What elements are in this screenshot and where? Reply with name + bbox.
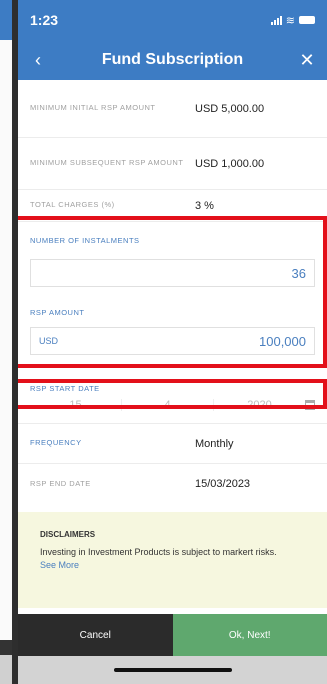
cancel-button[interactable]: Cancel [18,614,173,656]
close-icon[interactable]: ✕ [297,50,317,71]
end-date-value: 15/03/2023 [195,478,251,490]
frequency-row[interactable]: FREQUENCY Monthly [18,424,327,464]
highlight-box-instalments [18,216,327,368]
info-row-min-subsequent: MINIMUM SUBSEQUENT RSP AMOUNT USD 1,000.… [18,138,327,190]
info-value: USD 5,000.00 [195,102,265,115]
frequency-label: FREQUENCY [30,438,82,448]
end-date-label: RSP END DATE [30,478,91,488]
signal-icon [270,15,282,25]
next-button[interactable]: Ok, Next! [172,614,327,656]
action-bar: Cancel Ok, Next! [18,614,327,656]
highlight-box-start-date [18,379,327,409]
back-icon[interactable]: ‹ [28,50,48,71]
frequency-value: Monthly [195,437,234,450]
see-more-link[interactable]: See More [40,560,305,570]
disclaimer-title: DISCLAIMERS [40,530,96,539]
disclaimer-text: Investing in Investment Products is subj… [40,547,277,557]
disclaimer-box: DISCLAIMERS Investing in Investment Prod… [18,512,327,608]
home-indicator-area [18,656,327,684]
info-label: MINIMUM INITIAL RSP AMOUNT [30,103,156,113]
info-value: USD 1,000.00 [195,157,265,170]
end-date-row: RSP END DATE 15/03/2023 [18,464,327,504]
home-indicator[interactable] [113,668,232,672]
info-value: 3 % [195,199,214,212]
background-app-strip [0,0,12,684]
info-row-min-initial: MINIMUM INITIAL RSP AMOUNT USD 5,000.00 [18,80,327,138]
info-label: MINIMUM SUBSEQUENT RSP AMOUNT [30,158,184,168]
wifi-icon: ≋ [285,14,295,27]
info-label: TOTAL CHARGES (%) [30,200,115,210]
status-bar: 1:23 ≋ [18,0,327,40]
page-title: Fund Subscription [101,51,244,68]
phone-screen: 1:23 ≋ ‹ Fund Subscription ✕ MINIMUM INI… [18,0,327,684]
battery-icon [299,16,315,24]
status-time: 1:23 [30,12,59,28]
navigation-bar: ‹ Fund Subscription ✕ [18,40,327,80]
